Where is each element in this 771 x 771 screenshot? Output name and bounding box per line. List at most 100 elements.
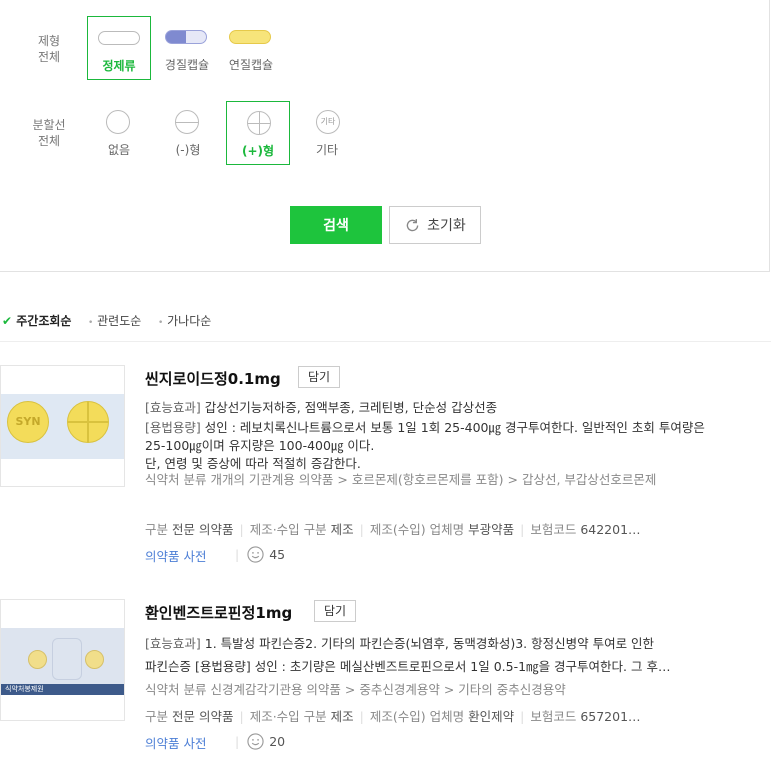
drug-dictionary-link[interactable]: 의약품 사전 xyxy=(145,733,206,752)
efficacy-text: 1. 특발성 파킨슨증2. 기타의 파킨슨증(뇌염후, 동맥경화성)3. 항정신… xyxy=(204,636,655,651)
pill-front-icon xyxy=(28,650,47,669)
pill-image[interactable]: 식약처봉제원 xyxy=(0,599,125,721)
meta-value: 환인제약 xyxy=(468,709,515,724)
score-option-none[interactable]: 없음 xyxy=(87,101,151,165)
meta-key: 보험코드 xyxy=(530,522,577,537)
form-label-title: 제형 xyxy=(37,34,61,48)
circle-plain-icon xyxy=(106,110,130,134)
like-counter[interactable]: | 45 xyxy=(235,546,285,563)
product-name[interactable]: 씬지로이드정0.1mg xyxy=(145,368,281,389)
pill-front-icon: SYN xyxy=(7,401,49,443)
score-option-label: 없음 xyxy=(107,143,131,157)
reset-button-label: 초기화 xyxy=(427,218,466,234)
meta-value: 657201… xyxy=(580,709,641,724)
efficacy-line: [효능효과] 1. 특발성 파킨슨증2. 기타의 파킨슨증(뇌염후, 동맥경화성… xyxy=(145,632,720,655)
smiley-icon xyxy=(247,546,264,563)
meta-value: 제조 xyxy=(330,522,354,537)
filter-panel: 제형 전체 정제류 경질캡슐 연질캡슐 분할선 전체 없음 (-)형 (+)형 … xyxy=(0,0,770,272)
meta-key: 제조(수입) 업체명 xyxy=(369,709,465,724)
product-meta: 구분 전문 의약품 | 제조·수입 구분 제조 | 제조(수입) 업체명 부광약품 | 보험… xyxy=(145,519,725,538)
meta-key: 보험코드 xyxy=(530,709,577,724)
meta-key: 제조(수입) 업체명 xyxy=(369,522,465,537)
meta-divider: | xyxy=(235,547,240,562)
like-count: 20 xyxy=(269,734,286,749)
form-label-value: 전체 xyxy=(37,50,61,64)
circle-other-icon: 기타 xyxy=(316,110,340,134)
like-count: 45 xyxy=(269,547,286,562)
tablet-pill-icon xyxy=(98,31,140,45)
form-option-label: 연질캡슐 xyxy=(228,58,274,72)
dot-icon: • xyxy=(158,318,164,328)
image-caption: 식약처봉제원 xyxy=(1,684,124,695)
score-option-label: 기타 xyxy=(315,143,339,157)
pill-back-icon xyxy=(67,401,109,443)
meta-key: 제조·수입 구분 xyxy=(249,709,327,724)
meta-value: 642201… xyxy=(580,522,641,537)
reset-button[interactable]: 초기화 xyxy=(389,206,481,244)
sort-label: 관련도순 xyxy=(97,314,142,328)
dosage-key: [용법용량] xyxy=(145,420,201,435)
sort-relevance[interactable]: • 관련도순 xyxy=(88,312,141,329)
product-description: [효능효과] 갑상선기능저하증, 점액부종, 크레틴병, 단순성 갑상선종 [용… xyxy=(145,399,720,473)
sort-alphabetical[interactable]: • 가나다순 xyxy=(158,312,211,329)
score-option-minus[interactable]: (-)형 xyxy=(156,101,220,165)
search-button[interactable]: 검색 xyxy=(290,206,382,244)
efficacy-key: [효능효과] xyxy=(145,636,201,651)
like-counter[interactable]: | 20 xyxy=(235,733,285,750)
score-option-label: (-)형 xyxy=(175,143,201,157)
circle-minus-icon xyxy=(175,110,199,134)
form-option-label: 경질캡슐 xyxy=(164,58,210,72)
score-label-value: 전체 xyxy=(37,134,61,148)
pill-back-icon xyxy=(85,650,104,669)
meta-key: 구분 xyxy=(145,522,169,537)
score-label-title: 분할선 xyxy=(32,118,66,132)
meta-value: 전문 의약품 xyxy=(172,709,234,724)
score-option-label: (+)형 xyxy=(241,144,275,158)
meta-divider: | xyxy=(239,522,244,537)
dosage-line: [용법용량] 성인 : 레보치록신나트륨으로서 보통 1일 1회 25-400㎍… xyxy=(145,419,720,455)
meta-divider: | xyxy=(235,734,240,749)
category-path: 식약처 분류 개개의 기관계용 의약품 > 호르몬제(항호르몬제를 포함) > … xyxy=(145,472,657,487)
form-option-label: 정제류 xyxy=(102,59,136,73)
meta-value: 부광약품 xyxy=(468,522,515,537)
meta-divider: | xyxy=(520,709,525,724)
form-filter-label: 제형 전체 xyxy=(24,33,74,65)
category-path: 식약처 분류 신경계감각기관용 의약품 > 중추신경계용약 > 기타의 중추신경… xyxy=(145,682,566,697)
soft-capsule-icon xyxy=(229,30,271,44)
watermark-seal-icon xyxy=(52,638,82,680)
refresh-icon xyxy=(406,218,419,231)
sort-weekly-views[interactable]: ✔ 주간조회순 xyxy=(2,312,71,329)
meta-divider: | xyxy=(239,709,244,724)
pill-image[interactable]: SYN xyxy=(0,365,125,487)
form-option-tablet[interactable]: 정제류 xyxy=(87,16,151,80)
save-button[interactable]: 담기 xyxy=(314,600,356,622)
circle-plus-icon xyxy=(247,111,271,135)
dosage-line: 파킨슨증 [용법용량] 성인 : 초기량은 메실산벤즈트로핀으로서 1일 0.5… xyxy=(145,659,671,674)
meta-value: 제조 xyxy=(330,709,354,724)
meta-divider: | xyxy=(359,709,364,724)
dot-icon: • xyxy=(88,318,94,328)
meta-key: 제조·수입 구분 xyxy=(249,522,327,537)
hard-capsule-icon xyxy=(165,30,207,44)
meta-key: 구분 xyxy=(145,709,169,724)
score-option-other[interactable]: 기타 기타 xyxy=(295,101,359,165)
sort-label: 가나다순 xyxy=(167,314,212,328)
meta-divider: | xyxy=(520,522,525,537)
dosage-text: 성인 : 레보치록신나트륨으로서 보통 1일 1회 25-400㎍ 경구투여한다… xyxy=(145,420,705,453)
drug-dictionary-link[interactable]: 의약품 사전 xyxy=(145,546,206,565)
score-filter-label: 분할선 전체 xyxy=(24,117,74,149)
product-name[interactable]: 환인벤즈트로핀정1mg xyxy=(145,602,292,623)
form-option-hard-capsule[interactable]: 경질캡슐 xyxy=(155,16,219,80)
meta-divider: | xyxy=(359,522,364,537)
efficacy-key: [효능효과] xyxy=(145,400,201,415)
sort-divider xyxy=(0,341,771,342)
smiley-icon xyxy=(247,733,264,750)
sort-label: 주간조회순 xyxy=(16,314,72,328)
meta-value: 전문 의약품 xyxy=(172,522,234,537)
efficacy-text: 갑상선기능저하증, 점액부종, 크레틴병, 단순성 갑상선종 xyxy=(204,400,498,415)
product-meta: 구분 전문 의약품 | 제조·수입 구분 제조 | 제조(수입) 업체명 환인제약 | 보험… xyxy=(145,706,725,725)
score-option-plus[interactable]: (+)형 xyxy=(226,101,290,165)
form-option-soft-capsule[interactable]: 연질캡슐 xyxy=(219,16,283,80)
check-icon: ✔ xyxy=(2,314,13,328)
save-button[interactable]: 담기 xyxy=(298,366,340,388)
